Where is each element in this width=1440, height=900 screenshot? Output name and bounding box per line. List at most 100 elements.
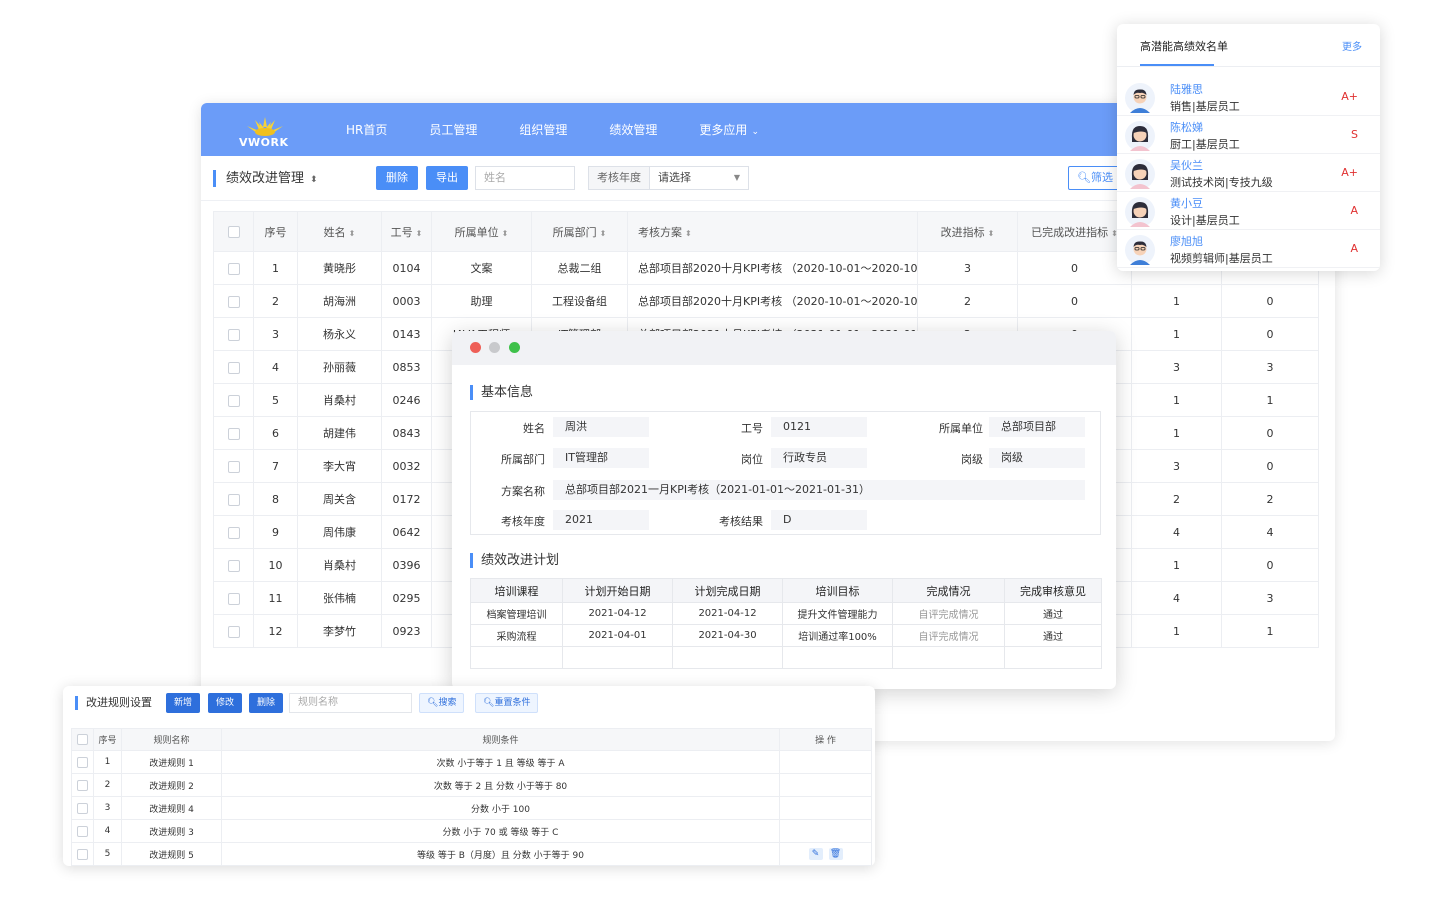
rule-checkbox[interactable] [77, 779, 88, 791]
trash-icon[interactable]: 🗑︎ [828, 848, 843, 860]
done-cell[interactable]: 0 [1017, 284, 1132, 318]
c10-cell[interactable]: 3 [1221, 581, 1319, 615]
col-name[interactable]: 姓名 ⬍ [297, 211, 382, 252]
row-checkbox[interactable] [227, 328, 240, 341]
name-cell[interactable]: 周关含 [297, 482, 382, 516]
rule-row[interactable]: 1 改进规则 1 次数 小于等于 1 且 等级 等于 A [71, 750, 872, 774]
maximize-dot-icon[interactable] [509, 342, 520, 353]
row-checkbox[interactable] [227, 427, 240, 440]
col-plan[interactable]: 考核方案 ⬍ [627, 211, 918, 252]
c9-cell[interactable]: 3 [1131, 449, 1222, 483]
name-cell[interactable]: 周伟康 [297, 515, 382, 549]
rule-row[interactable]: 5 改进规则 5 等级 等于 B（月度）且 分数 小于等于 90 ✎ 🗑︎ [71, 842, 872, 866]
row-checkbox[interactable] [227, 460, 240, 473]
nav-performance[interactable]: 绩效管理 [609, 121, 657, 138]
name-cell[interactable]: 肖桑村 [297, 383, 382, 417]
name-search-input[interactable]: 姓名 [475, 166, 575, 190]
row-checkbox[interactable] [227, 592, 240, 605]
talent-item[interactable]: 陆雅思 销售|基层员工 A+ [1117, 79, 1380, 116]
name-cell[interactable]: 孙丽薇 [297, 350, 382, 384]
row-checkbox[interactable] [227, 295, 240, 308]
export-button[interactable]: 导出 [426, 166, 468, 190]
c10-cell[interactable]: 1 [1221, 614, 1319, 648]
row-checkbox[interactable] [227, 394, 240, 407]
nav-more-apps[interactable]: 更多应用 ⌄ [699, 121, 759, 138]
done-cell[interactable]: 0 [1017, 251, 1132, 285]
talent-name[interactable]: 黄小豆 [1170, 195, 1203, 211]
talent-item[interactable]: 廖旭旭 视频剪辑师|基层员工 A [1117, 231, 1380, 268]
c9-cell[interactable]: 1 [1131, 548, 1222, 582]
c10-cell[interactable]: 0 [1221, 317, 1319, 351]
name-cell[interactable]: 李大宵 [297, 449, 382, 483]
name-cell[interactable]: 胡海洲 [297, 284, 382, 318]
filter-button[interactable]: 🔍︎筛选 [1068, 166, 1122, 190]
row-checkbox[interactable] [227, 361, 240, 374]
c9-cell[interactable]: 1 [1131, 416, 1222, 450]
select-all-checkbox[interactable] [227, 226, 240, 238]
rules-select-all-checkbox[interactable] [77, 734, 88, 745]
c10-cell[interactable]: 0 [1221, 449, 1319, 483]
c10-cell[interactable]: 4 [1221, 515, 1319, 549]
rule-checkbox[interactable] [77, 756, 88, 768]
talent-name[interactable]: 陆雅思 [1170, 81, 1203, 97]
c10-cell[interactable]: 2 [1221, 482, 1319, 516]
c9-cell[interactable]: 2 [1131, 482, 1222, 516]
row-checkbox[interactable] [227, 625, 240, 638]
talent-item[interactable]: 陈松娣 厨工|基层员工 S [1117, 117, 1380, 154]
c10-cell[interactable]: 0 [1221, 416, 1319, 450]
year-select[interactable]: 请选择 ▼ [649, 166, 749, 190]
rule-checkbox[interactable] [77, 825, 88, 837]
minimize-dot-icon[interactable] [489, 342, 500, 353]
c9-cell[interactable]: 3 [1131, 350, 1222, 384]
rule-checkbox[interactable] [77, 802, 88, 814]
reset-filter-button[interactable]: 🔍︎重置条件 [475, 693, 539, 713]
name-cell[interactable]: 黄晓彤 [297, 251, 382, 285]
add-rule-button[interactable]: 新增 [166, 693, 201, 713]
col-done[interactable]: 已完成改进指标 ⬍ [1017, 211, 1132, 252]
improve-cell[interactable]: 2 [917, 284, 1018, 318]
nav-org[interactable]: 组织管理 [519, 121, 567, 138]
c10-cell[interactable]: 3 [1221, 350, 1319, 384]
name-cell[interactable]: 李梦竹 [297, 614, 382, 648]
rule-name-input[interactable]: 规则名称 [289, 693, 412, 713]
name-cell[interactable]: 胡建伟 [297, 416, 382, 450]
name-cell[interactable]: 杨永义 [297, 317, 382, 351]
rule-search-button[interactable]: 🔍︎搜索 [419, 693, 465, 713]
talent-name[interactable]: 吴伙兰 [1170, 157, 1203, 173]
c9-cell[interactable]: 1 [1131, 317, 1222, 351]
name-cell[interactable]: 张伟楠 [297, 581, 382, 615]
col-dept[interactable]: 所属部门 ⬍ [531, 211, 628, 252]
c10-cell[interactable]: 0 [1221, 548, 1319, 582]
nav-employee[interactable]: 员工管理 [429, 121, 477, 138]
col-unit[interactable]: 所属单位 ⬍ [431, 211, 532, 252]
talent-name[interactable]: 廖旭旭 [1170, 233, 1203, 249]
delete-rule-button[interactable]: 删除 [249, 693, 284, 713]
col-improve[interactable]: 改进指标 ⬍ [917, 211, 1018, 252]
table-row[interactable]: 2 胡海洲 0003 助理 工程设备组 总部项目部2020十月KPI考核 （2020-10… [213, 284, 1319, 318]
c10-cell[interactable]: 0 [1221, 284, 1319, 318]
nav-hr-home[interactable]: HR首页 [346, 121, 387, 138]
rule-row[interactable]: 2 改进规则 2 次数 等于 2 且 分数 小于等于 80 [71, 773, 872, 797]
close-dot-icon[interactable] [470, 342, 481, 353]
c9-cell[interactable]: 1 [1131, 614, 1222, 648]
row-checkbox[interactable] [227, 493, 240, 506]
edit-rule-button[interactable]: 修改 [208, 693, 243, 713]
edit-icon[interactable]: ✎ [808, 848, 823, 860]
talent-item[interactable]: 黄小豆 设计|基层员工 A [1117, 193, 1380, 230]
name-cell[interactable]: 肖桑村 [297, 548, 382, 582]
status-cell[interactable]: 自评完成情况 [892, 624, 1005, 647]
more-link[interactable]: 更多 [1342, 38, 1362, 53]
rule-row[interactable]: 3 改进规则 4 分数 小于 100 [71, 796, 872, 820]
c9-cell[interactable]: 4 [1131, 515, 1222, 549]
c10-cell[interactable]: 1 [1221, 383, 1319, 417]
status-cell[interactable]: 自评完成情况 [892, 602, 1005, 625]
rule-checkbox[interactable] [77, 848, 88, 860]
c9-cell[interactable]: 4 [1131, 581, 1222, 615]
rule-row[interactable]: 4 改进规则 3 分数 小于 70 或 等级 等于 C [71, 819, 872, 843]
row-checkbox[interactable] [227, 526, 240, 539]
c9-cell[interactable]: 1 [1131, 284, 1222, 318]
row-checkbox[interactable] [227, 262, 240, 275]
vwork-logo[interactable]: VWORK [237, 113, 293, 149]
improve-cell[interactable]: 3 [917, 251, 1018, 285]
talent-item[interactable]: 吴伙兰 测试技术岗|专技九级 A+ [1117, 155, 1380, 192]
